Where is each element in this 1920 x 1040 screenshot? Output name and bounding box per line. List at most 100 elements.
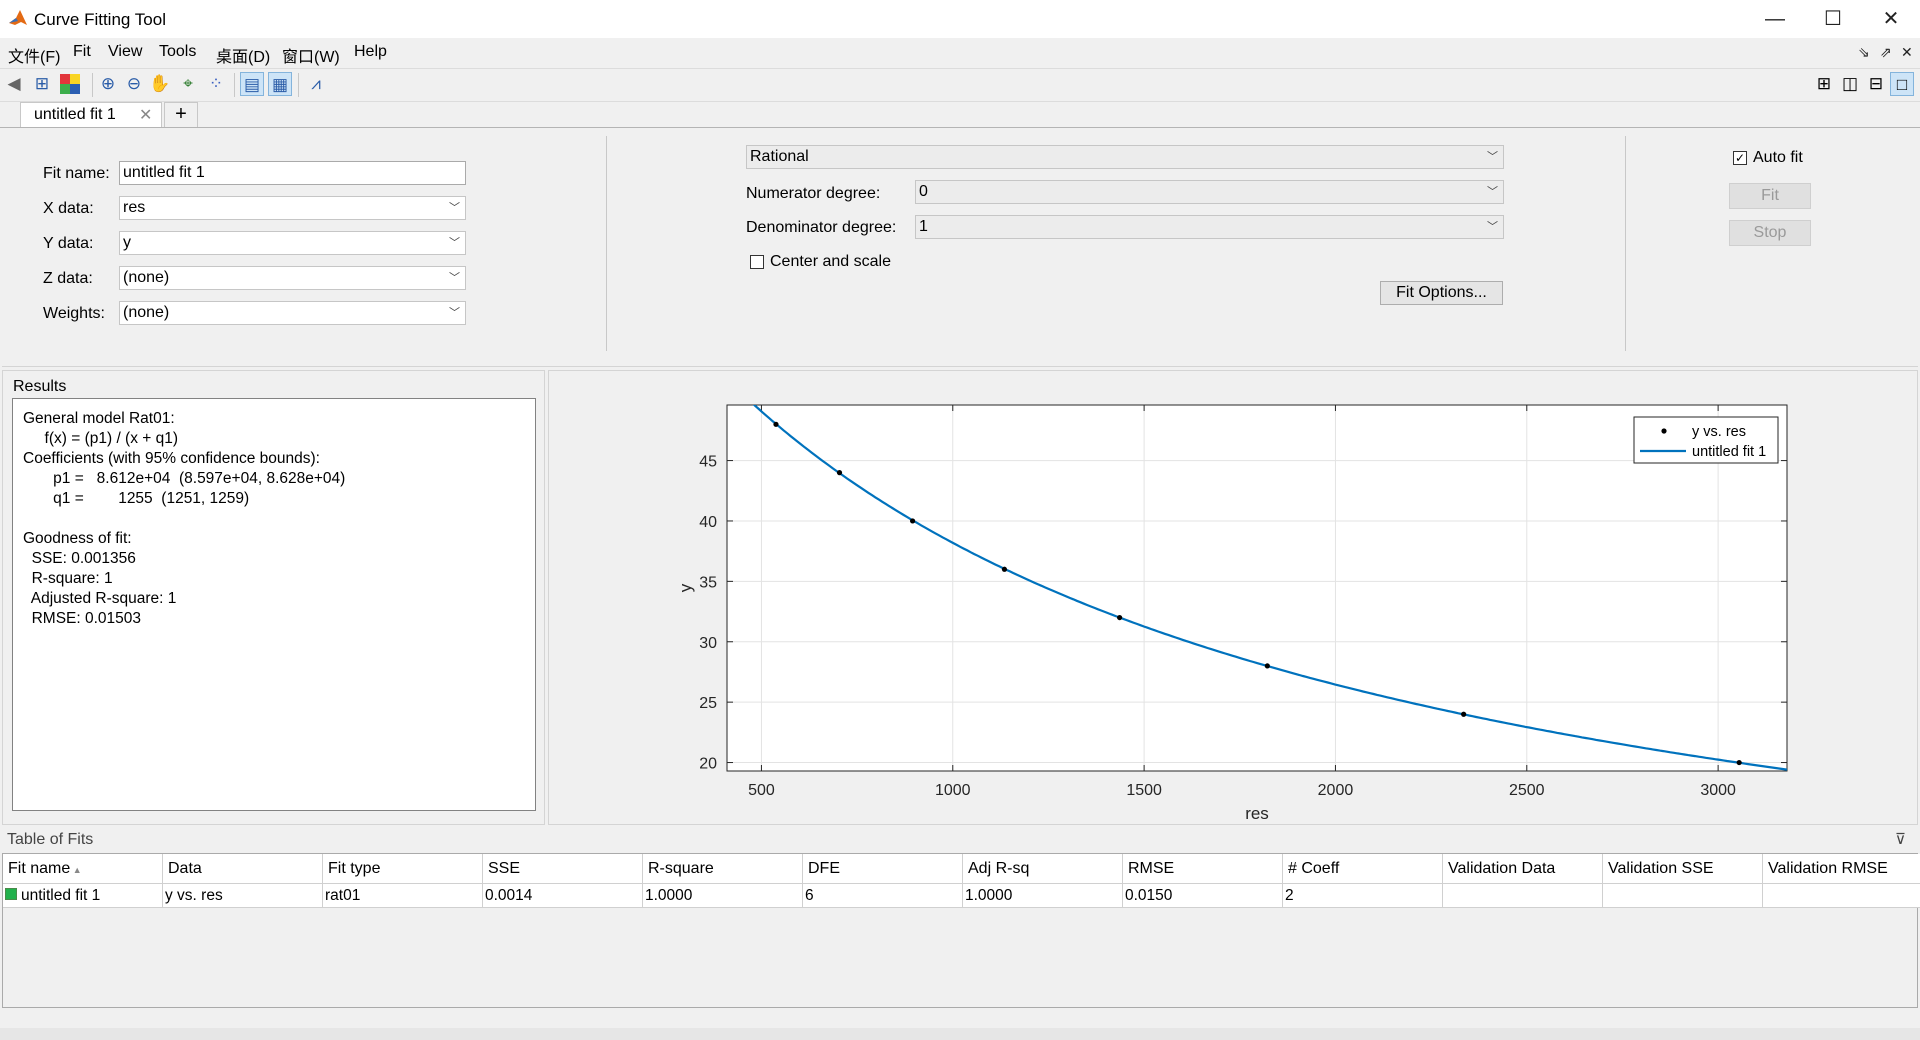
table-cell[interactable]: 2 — [1283, 884, 1443, 908]
data-point — [909, 518, 916, 524]
x-tick-label: 1000 — [935, 782, 971, 799]
data-icon[interactable]: ⊞ — [30, 72, 54, 96]
left-right-layout-icon[interactable]: ◫ — [1838, 72, 1862, 96]
fit-chart[interactable]: 500 1000 1500 2000 2500 3000 20 25 30 35 40 45 res y y… — [548, 370, 1918, 825]
x-tick-label: 1500 — [1126, 782, 1162, 799]
z-data-dropdown[interactable]: (none) ﹀ — [119, 266, 466, 290]
numerator-degree-dropdown[interactable]: 0 ﹀ — [915, 180, 1504, 204]
status-bar — [0, 1028, 1920, 1040]
z-data-label: Z data: — [43, 270, 93, 287]
menu-desktop[interactable]: 桌面(D) — [216, 43, 270, 67]
stop-button[interactable]: Stop — [1729, 220, 1811, 246]
colormap-icon[interactable] — [58, 72, 82, 96]
center-scale-checkbox[interactable] — [750, 255, 764, 269]
weights-label: Weights: — [43, 305, 105, 322]
fit-type-dropdown[interactable]: Rational ﹀ — [746, 145, 1504, 169]
table-cell[interactable]: untitled fit 1 — [3, 884, 163, 908]
table-cell[interactable]: 1.0000 — [643, 884, 803, 908]
undock-icon[interactable]: ⇘ — [1858, 44, 1870, 61]
table-cell[interactable]: y vs. res — [163, 884, 323, 908]
menu-fit[interactable]: Fit — [73, 43, 91, 61]
table-cell[interactable]: rat01 — [323, 884, 483, 908]
fit-name-label: Fit name: — [43, 165, 110, 182]
minimize-button[interactable]: — — [1746, 0, 1804, 38]
result-line: f(x) = (p1) / (x + q1) — [23, 430, 179, 447]
tab-untitled-fit-1[interactable]: untitled fit 1 ✕ — [20, 102, 162, 128]
menu-bar: 文件(F) Fit View Tools 桌面(D) 窗口(W) Help ⇘ … — [0, 38, 1920, 68]
exclude-outliers-icon[interactable]: ⁘ — [204, 72, 228, 96]
column-header[interactable]: Validation SSE — [1603, 854, 1763, 884]
table-cell[interactable]: 6 — [803, 884, 963, 908]
x-data-dropdown[interactable]: res ﹀ — [119, 196, 466, 220]
top-bottom-layout-icon[interactable]: ⊟ — [1864, 72, 1888, 96]
result-line: Adjusted R-square: 1 — [23, 590, 177, 607]
column-header[interactable]: DFE — [803, 854, 963, 884]
result-line: Goodness of fit: — [23, 530, 132, 547]
zoom-in-icon[interactable]: ⊕ — [96, 72, 120, 96]
fit-color-swatch — [5, 888, 17, 900]
add-tab-button[interactable]: + — [164, 102, 198, 128]
collapse-icon[interactable]: ⊽ — [1895, 830, 1906, 848]
fit-button[interactable]: Fit — [1729, 183, 1811, 209]
table-cell[interactable] — [1443, 884, 1603, 908]
maximize-button[interactable]: ☐ — [1804, 0, 1862, 38]
legend-label: y vs. res — [1692, 424, 1746, 440]
result-line: R-square: 1 — [23, 570, 113, 587]
close-window-button[interactable]: ✕ — [1862, 0, 1920, 38]
menu-view[interactable]: View — [108, 43, 142, 61]
table-cell[interactable]: 1.0000 — [963, 884, 1123, 908]
menu-file[interactable]: 文件(F) — [8, 43, 60, 67]
tab-label: untitled fit 1 — [34, 106, 116, 123]
column-header[interactable]: # Coeff — [1283, 854, 1443, 884]
menu-window[interactable]: 窗口(W) — [282, 43, 340, 67]
weights-dropdown[interactable]: (none) ﹀ — [119, 301, 466, 325]
column-header[interactable]: Validation RMSE — [1763, 854, 1920, 884]
chevron-down-icon: ﹀ — [449, 237, 460, 249]
column-header[interactable]: Adj R-sq — [963, 854, 1123, 884]
table-cell[interactable]: 0.0150 — [1123, 884, 1283, 908]
results-text-box[interactable]: General model Rat01: f(x) = (p1) / (x + … — [12, 398, 536, 811]
column-header[interactable]: SSE — [483, 854, 643, 884]
single-layout-icon[interactable]: □ — [1890, 72, 1914, 96]
data-cursor-icon[interactable]: ⌖ — [176, 72, 200, 96]
grid-toggle-icon[interactable]: ▦ — [268, 72, 292, 96]
auto-fit-checkbox[interactable]: ✓ — [1733, 151, 1747, 165]
column-header[interactable]: Data — [163, 854, 323, 884]
column-header[interactable]: R-square — [643, 854, 803, 884]
menu-tools[interactable]: Tools — [159, 43, 196, 61]
toolbar: ◀ ⊞ ⊕ ⊖ ✋ ⌖ ⁘ ▤ ▦ ⩘ ⊞ ◫ ⊟ □ — [0, 68, 1920, 102]
column-header[interactable]: Validation Data — [1443, 854, 1603, 884]
zoom-out-icon[interactable]: ⊖ — [122, 72, 146, 96]
table-of-fits-title: Table of Fits — [7, 831, 94, 848]
back-icon[interactable]: ◀ — [2, 72, 26, 96]
data-point — [836, 470, 843, 476]
fit-name-field[interactable]: untitled fit 1 — [119, 161, 466, 185]
legend-toggle-icon[interactable]: ▤ — [240, 72, 264, 96]
table-cell[interactable] — [1763, 884, 1920, 908]
tab-close-icon[interactable]: ✕ — [139, 105, 152, 125]
result-line: q1 = 1255 (1251, 1259) — [23, 490, 250, 507]
toolbar-separator — [92, 73, 93, 97]
x-tick-label: 3000 — [1700, 782, 1736, 799]
table-cell[interactable] — [1603, 884, 1763, 908]
y-data-label: Y data: — [43, 235, 94, 252]
y-data-dropdown[interactable]: y ﹀ — [119, 231, 466, 255]
result-line: Coefficients (with 95% confidence bounds… — [23, 450, 320, 467]
fit-options-button[interactable]: Fit Options... — [1380, 281, 1503, 305]
menu-help[interactable]: Help — [354, 43, 387, 61]
tile-layout-icon[interactable]: ⊞ — [1812, 72, 1836, 96]
table-cell[interactable]: 0.0014 — [483, 884, 643, 908]
tab-divider — [0, 127, 1920, 128]
close-panel-icon[interactable]: ✕ — [1901, 44, 1913, 61]
fit-type-value: Rational — [750, 148, 809, 165]
result-line: RMSE: 0.01503 — [23, 610, 142, 627]
column-header[interactable]: Fit type — [323, 854, 483, 884]
column-header[interactable]: Fit name ▲ — [3, 854, 163, 884]
matlab-logo-icon — [9, 10, 27, 25]
title-bar: Curve Fitting Tool — ☐ ✕ — [0, 0, 1920, 38]
pin-icon[interactable]: ⇗ — [1880, 44, 1892, 61]
residuals-plot-icon[interactable]: ⩘ — [304, 72, 328, 96]
pan-hand-icon[interactable]: ✋ — [148, 72, 172, 96]
column-header[interactable]: RMSE — [1123, 854, 1283, 884]
denominator-degree-dropdown[interactable]: 1 ﹀ — [915, 215, 1504, 239]
